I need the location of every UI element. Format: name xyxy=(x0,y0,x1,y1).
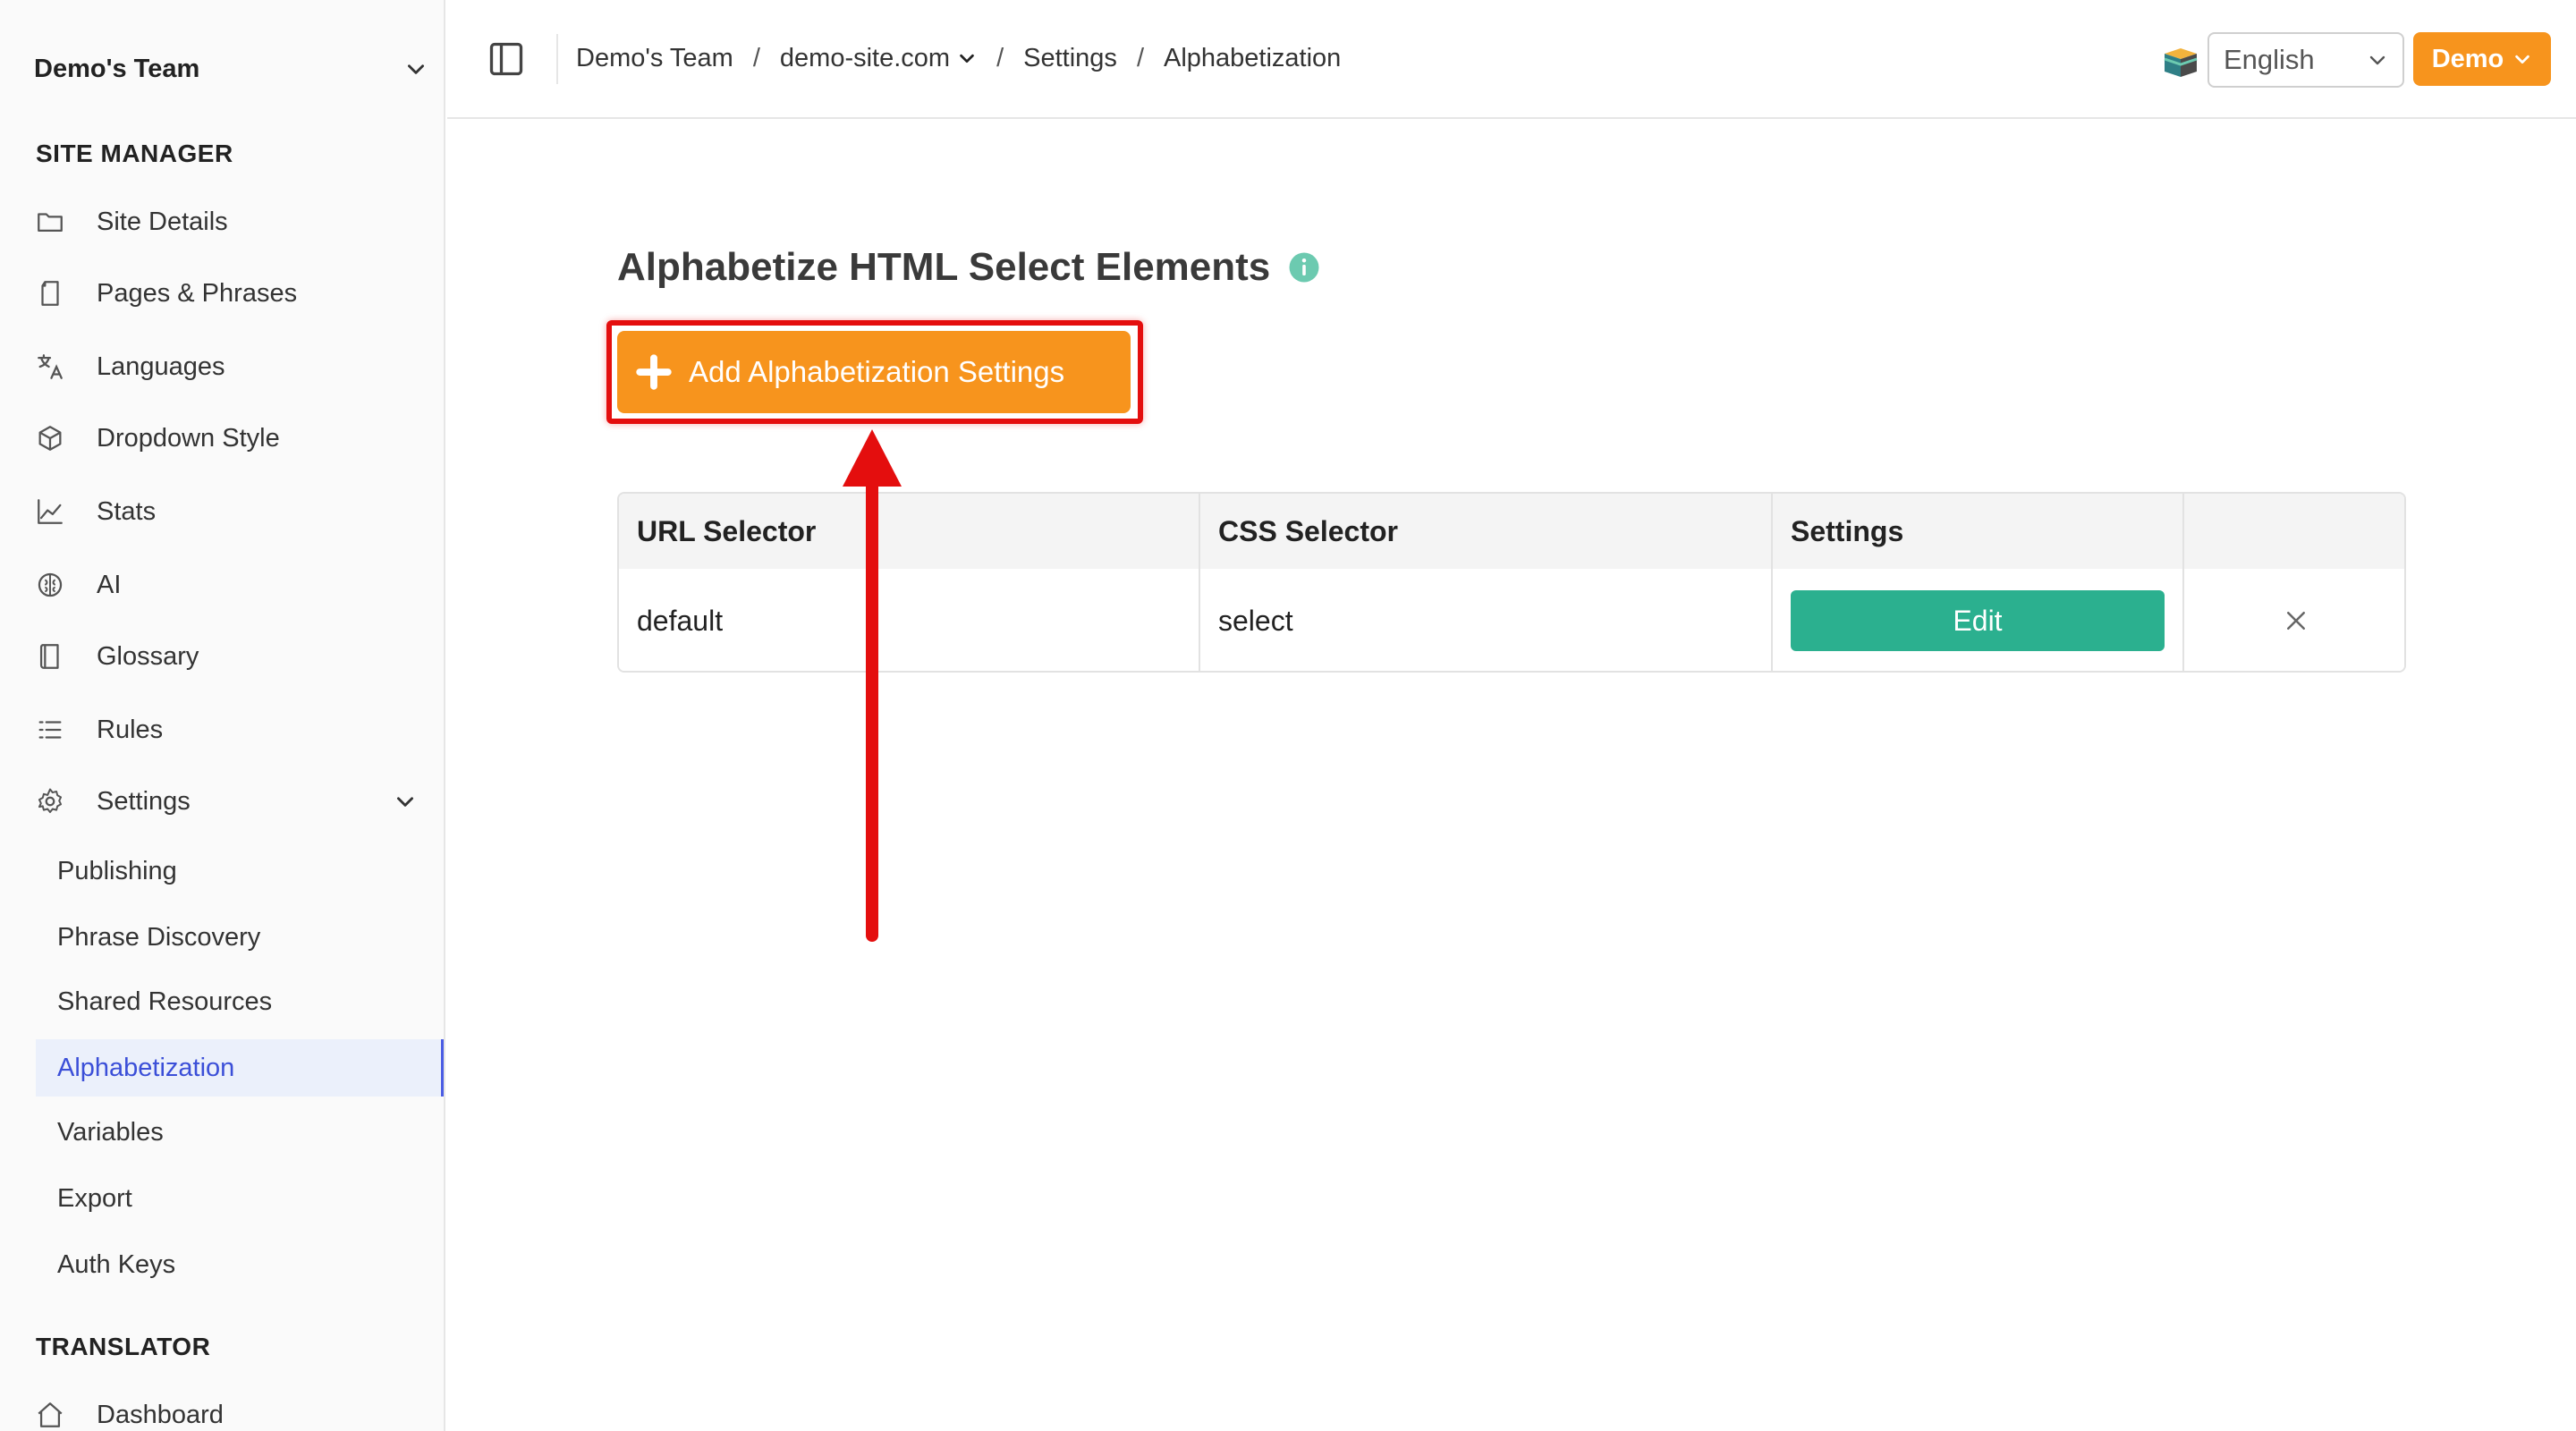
column-header-settings: Settings xyxy=(1773,494,2184,569)
sidebar-item-label: AI xyxy=(97,570,122,599)
add-button-label: Add Alphabetization Settings xyxy=(689,355,1065,388)
page-title: Alphabetize HTML Select Elements xyxy=(617,245,1320,290)
breadcrumb-settings[interactable]: Settings xyxy=(1023,44,1117,73)
cell-url-selector: default xyxy=(619,569,1200,671)
sidebar-item-label: Settings xyxy=(97,786,191,816)
settings-sub-variables[interactable]: Variables xyxy=(36,1104,444,1161)
book-icon xyxy=(34,640,66,673)
breadcrumb-separator: / xyxy=(752,43,760,72)
chevron-down-icon xyxy=(408,64,424,74)
settings-sub-export[interactable]: Export xyxy=(36,1170,444,1227)
sidebar-item-ai[interactable]: AI xyxy=(34,558,428,612)
translator-title: TRANSLATOR xyxy=(36,1333,211,1360)
edit-button[interactable]: Edit xyxy=(1791,590,2165,651)
settings-sub-shared-resources[interactable]: Shared Resources xyxy=(36,973,444,1030)
home-icon xyxy=(34,1399,66,1431)
breadcrumb-separator: / xyxy=(996,43,1004,72)
folder-icon xyxy=(34,206,66,238)
sidebar-item-settings[interactable]: Settings xyxy=(34,775,428,828)
settings-sub-publishing[interactable]: Publishing xyxy=(36,843,444,900)
site-manager-title: SITE MANAGER xyxy=(36,140,233,167)
page-title-text: Alphabetize HTML Select Elements xyxy=(617,245,1271,289)
account-label: Demo xyxy=(2431,44,2504,73)
table-header-row: URL Selector CSS Selector Settings xyxy=(619,494,2404,569)
alphabetization-table: URL Selector CSS Selector Settings defau… xyxy=(617,492,2406,673)
sidebar-item-dropdown-style[interactable]: Dropdown Style xyxy=(34,411,428,465)
language-select[interactable]: English xyxy=(2207,32,2404,88)
sidebar-toggle-icon[interactable] xyxy=(487,39,526,79)
sidebar-item-label: Site Details xyxy=(97,207,228,236)
column-header-url-selector: URL Selector xyxy=(619,494,1200,569)
cell-actions xyxy=(2184,569,2404,671)
team-switcher[interactable]: Demo's Team xyxy=(34,47,428,91)
breadcrumb-separator: / xyxy=(1136,43,1144,72)
gear-icon xyxy=(34,785,66,817)
close-icon[interactable] xyxy=(2283,607,2309,634)
add-alphabetization-settings-button[interactable]: Add Alphabetization Settings xyxy=(617,331,1131,413)
brain-icon xyxy=(34,569,66,601)
sidebar-item-label: Rules xyxy=(97,715,164,744)
chevron-down-icon xyxy=(2515,55,2530,64)
breadcrumb: Demo's Team / demo-site.com / Settings /… xyxy=(576,38,1341,79)
language-select-value: English xyxy=(2224,44,2315,75)
breadcrumb-site-label: demo-site.com xyxy=(779,43,951,72)
sidebar-item-label: Dropdown Style xyxy=(97,423,280,453)
table-row: default select Edit xyxy=(619,569,2404,671)
sidebar-item-rules[interactable]: Rules xyxy=(34,703,428,757)
column-header-actions xyxy=(2184,494,2404,569)
settings-sub-auth-keys[interactable]: Auth Keys xyxy=(36,1236,444,1293)
sidebar-item-label: Glossary xyxy=(97,641,199,671)
sidebar-item-stats[interactable]: Stats xyxy=(34,485,428,538)
cube-icon xyxy=(34,422,66,454)
top-bar: Demo's Team / demo-site.com / Settings /… xyxy=(447,0,2576,119)
sidebar-item-site-details[interactable]: Site Details xyxy=(34,195,428,249)
translate-icon xyxy=(34,351,66,383)
list-icon xyxy=(34,714,66,746)
settings-sub-phrase-discovery[interactable]: Phrase Discovery xyxy=(36,909,444,966)
column-header-css-selector: CSS Selector xyxy=(1200,494,1773,569)
team-name: Demo's Team xyxy=(34,54,200,83)
sidebar-item-glossary[interactable]: Glossary xyxy=(34,630,428,683)
breadcrumb-team[interactable]: Demo's Team xyxy=(576,44,733,73)
line-chart-icon xyxy=(34,495,66,528)
chevron-down-icon xyxy=(2369,55,2385,65)
cell-css-selector: select xyxy=(1200,569,1773,671)
sidebar-item-label: Pages & Phrases xyxy=(97,278,298,308)
brand-logo-icon xyxy=(2164,48,2198,77)
chevron-down-icon xyxy=(960,54,974,64)
sidebar-item-label: Stats xyxy=(97,496,157,526)
sidebar-item-dashboard[interactable]: Dashboard xyxy=(34,1388,428,1431)
sidebar-item-label: Dashboard xyxy=(97,1400,224,1429)
chevron-down-icon xyxy=(397,797,413,807)
sidebar-item-pages-phrases[interactable]: Pages & Phrases xyxy=(34,267,428,320)
sidebar-item-languages[interactable]: Languages xyxy=(34,340,428,394)
sidebar-item-label: Languages xyxy=(97,351,225,381)
settings-sub-alphabetization[interactable]: Alphabetization xyxy=(36,1039,444,1097)
plus-icon xyxy=(636,354,672,390)
breadcrumb-current: Alphabetization xyxy=(1164,43,1342,72)
sidebar: Demo's Team SITE MANAGER Site Details Pa… xyxy=(0,0,445,1431)
account-menu-button[interactable]: Demo xyxy=(2413,32,2551,86)
topbar-divider xyxy=(556,34,558,84)
file-icon xyxy=(34,277,66,309)
cell-settings: Edit xyxy=(1773,569,2184,671)
breadcrumb-site[interactable]: demo-site.com xyxy=(780,44,977,73)
info-icon[interactable] xyxy=(1288,251,1320,284)
